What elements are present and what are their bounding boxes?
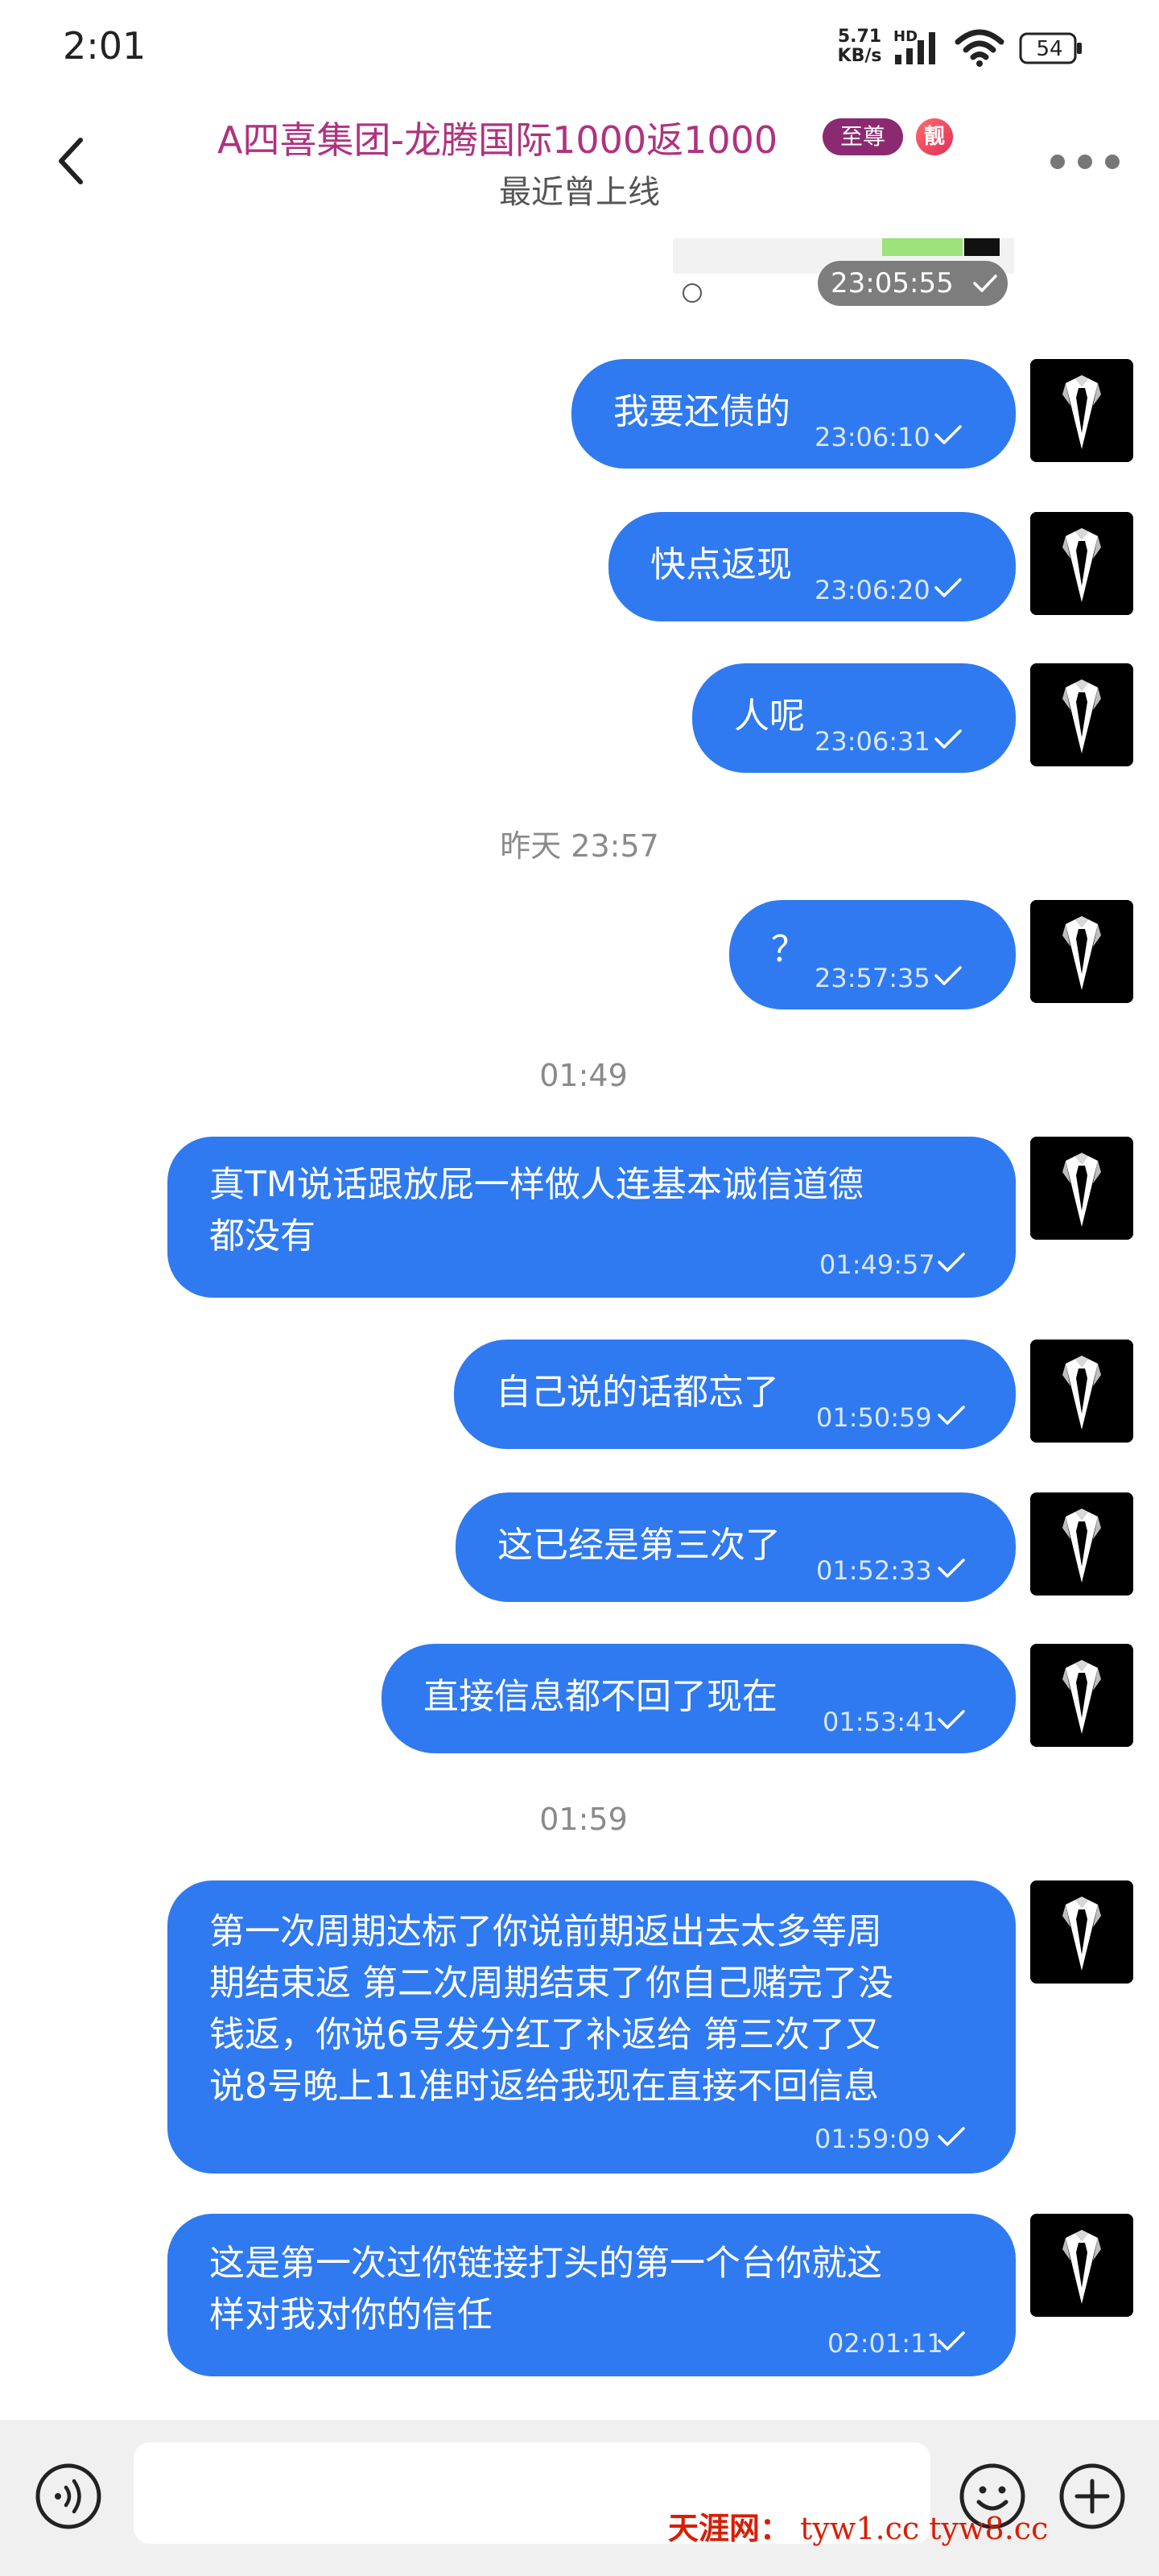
- message-bubble[interactable]: 人呢 23:06:31: [692, 663, 1016, 773]
- read-check-icon: [973, 275, 997, 292]
- read-check-icon: [934, 729, 962, 749]
- read-check-icon: [934, 425, 962, 444]
- read-check-icon: [934, 966, 962, 985]
- watermark-urls: tyw1.cc tyw8.cc: [800, 2511, 1049, 2546]
- message-text-line: 样对我对你的信任: [209, 2294, 493, 2335]
- user-avatar[interactable]: [1030, 663, 1133, 766]
- message-time: 01:59:09: [815, 2124, 930, 2154]
- message-time: 01:49:57: [819, 1249, 935, 1280]
- message-text-line: 钱返，你说6号发分红了补返给 第三次了又: [209, 2014, 881, 2055]
- voice-input-button[interactable]: [34, 2462, 103, 2531]
- more-actions-plus-button[interactable]: [1058, 2462, 1127, 2531]
- user-avatar[interactable]: [1030, 1644, 1133, 1747]
- message-bubble[interactable]: 第一次周期达标了你说前期返出去太多等周 期结束返 第二次周期结束了你自己赌完了没…: [167, 1880, 1016, 2174]
- signal-icon: [895, 32, 935, 64]
- tuxedo-avatar-icon: [1030, 1340, 1133, 1443]
- message-time: 23:06:20: [815, 575, 930, 605]
- date-separator: 01:59: [539, 1802, 628, 1837]
- tuxedo-avatar-icon: [1030, 359, 1133, 462]
- message-time: 01:50:59: [816, 1402, 932, 1433]
- message-bubble[interactable]: 快点返现 23:06:20: [608, 512, 1016, 621]
- date-separator: 昨天 23:57: [500, 828, 659, 864]
- read-check-icon: [938, 1710, 965, 1729]
- message-bubble[interactable]: 真TM说话跟放屁一样做人连基本诚信道德 都没有 01:49:57: [167, 1137, 1016, 1298]
- user-avatar[interactable]: [1030, 1880, 1133, 1984]
- user-avatar[interactable]: [1030, 900, 1133, 1003]
- message-bubble[interactable]: 这是第一次过你链接打头的第一个台你就这 样对我对你的信任 02:01:11: [167, 2214, 1016, 2376]
- read-check-icon: [938, 1558, 965, 1578]
- message-text: 这已经是第三次了: [497, 1525, 781, 1566]
- more-dot-icon: [1105, 155, 1120, 169]
- message-bubble[interactable]: 这已经是第三次了 01:52:33: [456, 1492, 1016, 1602]
- read-check-icon: [938, 1253, 965, 1272]
- watermark: 天涯网： tyw1.cc tyw8.cc: [668, 2504, 1048, 2548]
- tuxedo-avatar-icon: [1030, 1492, 1133, 1596]
- message-text: 快点返现: [650, 544, 792, 585]
- user-avatar[interactable]: [1030, 2214, 1133, 2317]
- tuxedo-avatar-icon: [1030, 1880, 1133, 1984]
- message-text-line: 这是第一次过你链接打头的第一个台你就这: [209, 2243, 882, 2284]
- watermark-site-name: 天涯网：: [668, 2510, 791, 2546]
- image-time: 23:05:55: [831, 267, 954, 299]
- wifi-icon: [955, 29, 1004, 67]
- date-separator: 01:49: [539, 1058, 628, 1093]
- message-text: 我要还债的: [613, 391, 790, 432]
- message-text-line: 期结束返 第二次周期结束了你自己赌完了没: [209, 1963, 893, 2004]
- user-avatar[interactable]: [1030, 359, 1133, 462]
- tuxedo-avatar-icon: [1030, 1137, 1133, 1240]
- message-text: 直接信息都不回了现在: [423, 1676, 777, 1717]
- tuxedo-avatar-icon: [1030, 512, 1133, 615]
- user-avatar[interactable]: [1030, 1137, 1133, 1240]
- back-button[interactable]: [40, 129, 105, 193]
- message-bubble[interactable]: ？ 23:57:35: [729, 900, 1016, 1009]
- contact-name[interactable]: A四喜集团-龙腾国际1000返1000: [217, 111, 777, 164]
- image-timestamp: 23:05:55: [818, 261, 1008, 306]
- tuxedo-avatar-icon: [1030, 2214, 1133, 2317]
- status-time: 2:01: [63, 24, 146, 68]
- message-text-line: 真TM说话跟放屁一样做人连基本诚信道德: [209, 1164, 864, 1205]
- message-text: 自己说的话都忘了: [496, 1372, 779, 1413]
- online-status: 最近曾上线: [499, 174, 660, 211]
- more-dot-icon: [1050, 155, 1065, 169]
- message-text: ？: [771, 929, 806, 970]
- user-avatar[interactable]: [1030, 512, 1133, 615]
- user-avatar[interactable]: [1030, 1340, 1133, 1443]
- read-check-icon: [934, 578, 962, 597]
- message-text-line: 都没有: [209, 1216, 316, 1257]
- message-bubble[interactable]: 自己说的话都忘了 01:50:59: [454, 1340, 1016, 1449]
- pretty-number-badge: 靓: [916, 118, 953, 155]
- tuxedo-avatar-icon: [1030, 1644, 1133, 1747]
- message-time: 01:52:33: [816, 1555, 932, 1586]
- message-time: 01:53:41: [823, 1707, 938, 1737]
- user-avatar[interactable]: [1030, 1492, 1133, 1596]
- message-text: 人呢: [734, 696, 805, 737]
- network-speed: 5.71 KB/s HD: [834, 27, 918, 66]
- more-options-button[interactable]: [1050, 145, 1123, 177]
- tuxedo-avatar-icon: [1030, 663, 1133, 766]
- message-time: 23:06:10: [815, 422, 930, 452]
- message-time: 23:57:35: [815, 963, 930, 993]
- network-speed-unit: KB/s: [837, 46, 882, 66]
- tuxedo-avatar-icon: [1030, 900, 1133, 1003]
- message-time: 02:01:11: [827, 2328, 943, 2359]
- read-check-icon: [938, 1406, 965, 1425]
- message-text-line: 第一次周期达标了你说前期返出去太多等周: [209, 1911, 882, 1952]
- read-check-icon: [938, 2331, 965, 2351]
- message-text-line: 说8号晚上11准时返给我现在直接不回信息: [209, 2066, 879, 2107]
- more-dot-icon: [1078, 155, 1092, 169]
- read-check-icon: [938, 2127, 965, 2146]
- message-bubble[interactable]: 我要还债的 23:06:10: [571, 359, 1016, 469]
- message-bubble[interactable]: 直接信息都不回了现在 01:53:41: [382, 1644, 1016, 1753]
- vip-badge: 至尊: [823, 118, 904, 155]
- network-speed-value: 5.71: [837, 27, 882, 47]
- message-time: 23:06:31: [815, 726, 930, 757]
- battery-level: 54: [1036, 37, 1063, 61]
